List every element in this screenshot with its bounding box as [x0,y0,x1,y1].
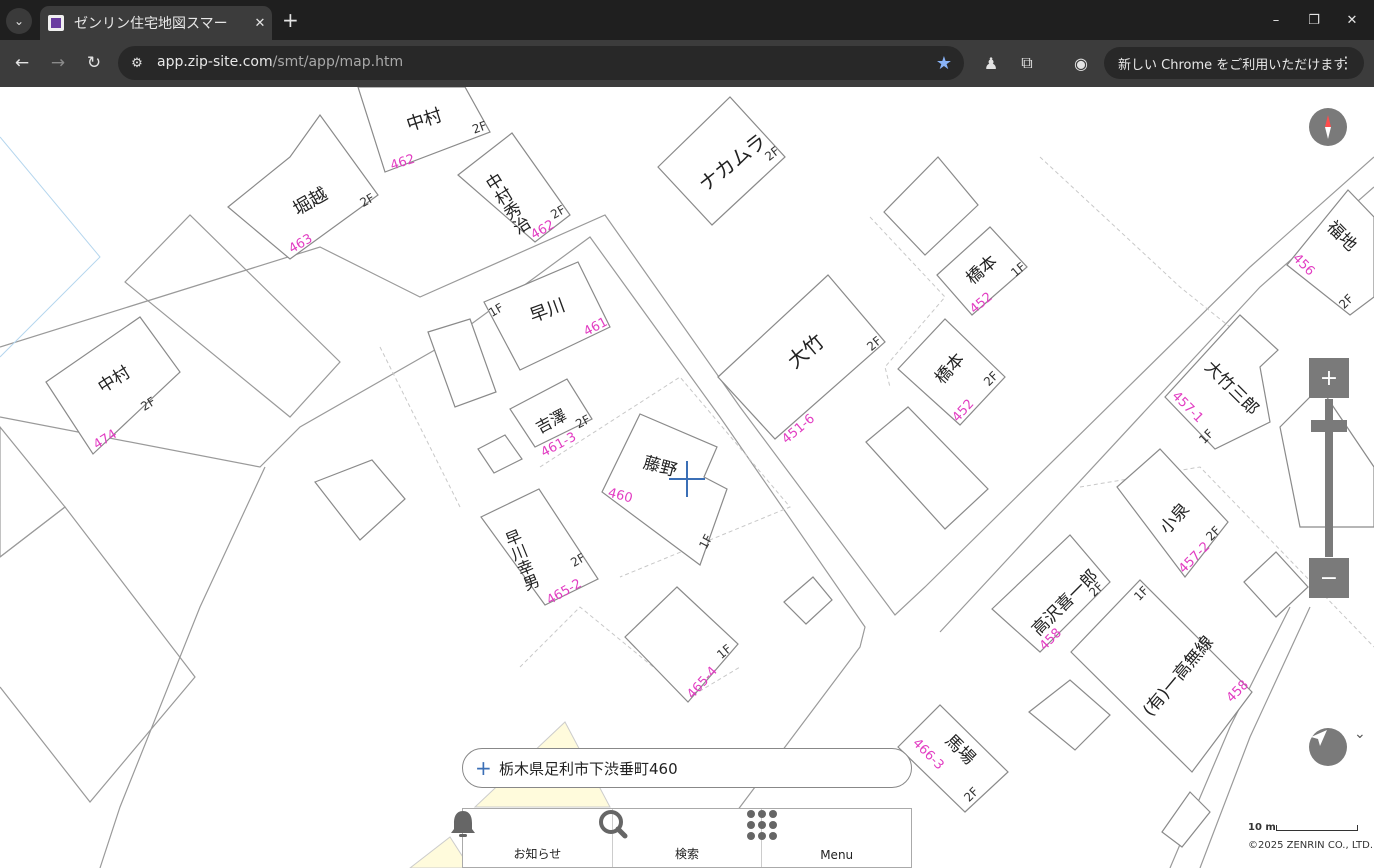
building [1161,791,1211,848]
search-label: 検索 [675,847,700,861]
water-line [0,136,101,358]
zoom-in-button[interactable]: + [1309,358,1349,398]
chevron-down-icon: ⌄ [13,14,25,28]
more-menu-icon[interactable]: ⋮ [1338,53,1354,72]
highlight-area [409,836,471,868]
search-icon [598,810,628,839]
building [314,459,406,541]
zoom-slider-handle[interactable] [1311,420,1347,432]
window-close-icon[interactable]: ✕ [1342,10,1362,30]
tab-active[interactable]: ゼンリン住宅地図スマー ✕ [40,6,272,40]
search-button[interactable]: 検索 [598,809,763,867]
tab-title: ゼンリン住宅地図スマー [74,16,228,32]
url-path: /smt/app/map.htm [272,54,404,70]
road-edge [99,466,266,868]
close-icon[interactable]: ✕ [250,16,270,31]
building [1070,579,1253,773]
menu-button[interactable]: Menu [747,809,911,867]
minimize-icon[interactable]: – [1266,10,1286,30]
bell-icon [451,811,475,837]
site-info-icon[interactable]: ⚙ [128,54,146,72]
browser-window: ⌄ ゼンリン住宅地図スマー ✕ + – ❐ ✕ ← → ↻ ⚙ app.zip-… [0,0,1374,868]
scale-bar [1276,825,1358,831]
building [427,318,497,408]
crosshair-plus-icon: + [475,756,492,780]
chrome-update-button[interactable]: 新しい Chrome をご利用いただけます ⋮ [1104,47,1364,79]
address-text: 栃木県足利市下渋垂町460 [499,759,678,778]
tab-search-button[interactable]: ⌄ [6,8,32,34]
profile-icon[interactable]: ◉ [1070,52,1092,74]
building [783,576,833,625]
url-host: app.zip-site.com [157,54,273,70]
building [897,704,1009,813]
zoom-out-button[interactable]: − [1309,558,1349,598]
tab-strip: ⌄ ゼンリン住宅地図スマー ✕ + – ❐ ✕ [0,0,1374,40]
scale-label: 10 m [1248,822,1276,833]
notice-button[interactable]: お知らせ [451,809,613,867]
building [865,406,989,530]
current-location-button[interactable] [1309,728,1347,766]
map-canvas[interactable]: 中村 堀越 中村秀治 ナカムラ 早川 吉澤 藤野 早川幸男 大竹 橋本 橋本 福… [0,87,1374,868]
reload-button[interactable]: ↻ [82,51,106,75]
browser-toolbar: ← → ↻ ⚙ app.zip-site.com/smt/app/map.htm… [0,40,1374,87]
extension-icon[interactable]: ♟ [980,52,1002,74]
menu-label: Menu [820,848,854,862]
back-button[interactable]: ← [10,51,34,75]
copyright-text: ©2025 ZENRIN CO., LTD. [1248,840,1373,851]
forward-button[interactable]: → [46,51,70,75]
extensions-puzzle-icon[interactable]: ⧉ [1016,52,1038,74]
zenrin-favicon-icon [48,15,64,31]
lot-boundary [1039,156,1256,348]
address-bar[interactable]: ⚙ app.zip-site.com/smt/app/map.htm ★ [118,46,964,80]
new-tab-button[interactable]: + [282,10,299,30]
building [1243,551,1309,618]
address-display[interactable]: + 栃木県足利市下渋垂町460 [462,748,912,788]
bookmark-star-icon[interactable]: ★ [936,53,952,74]
compass-icon[interactable] [1309,108,1347,146]
notice-label: お知らせ [513,847,562,861]
building [477,434,523,474]
chevron-down-icon[interactable]: ⌄ [1354,726,1366,742]
bottom-menu: お知らせ 検索 Menu [451,808,912,868]
building [883,156,979,256]
grid-menu-icon [747,810,778,840]
restore-icon[interactable]: ❐ [1304,10,1324,30]
lot [0,506,196,803]
lot [0,426,66,558]
update-label: 新しい Chrome をご利用いただけます [1118,57,1347,73]
building [1028,679,1111,751]
url-text[interactable]: app.zip-site.com/smt/app/map.htm [157,54,403,70]
navigation-arrow-icon [1311,730,1327,746]
